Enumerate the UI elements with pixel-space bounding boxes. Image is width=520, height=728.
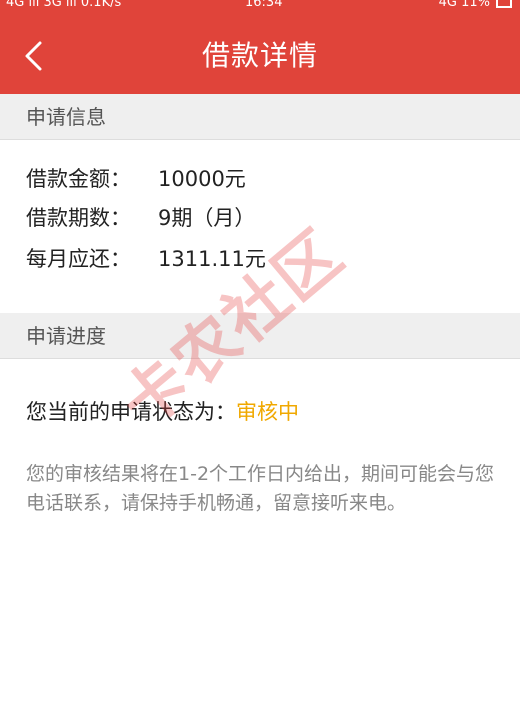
status-value: 审核中 <box>236 400 299 424</box>
info-row-monthly-payment: 每月应还： 1311.11元 <box>26 241 266 277</box>
info-row-loan-amount: 借款金额： 10000元 <box>26 161 246 197</box>
status-time: 16:34 <box>245 0 283 10</box>
battery-icon <box>496 0 512 8</box>
loan-detail-page: 4G ıll 3G ıll 0.1K/s 16:34 4G 11% 借款详情 申… <box>0 0 520 728</box>
section-title: 申请进度 <box>26 324 106 348</box>
info-value: 10000元 <box>158 167 246 191</box>
info-row-loan-term: 借款期数： 9期（月） <box>26 200 255 236</box>
status-label: 您当前的申请状态为： <box>26 400 236 424</box>
status-bar: 4G ıll 3G ıll 0.1K/s 16:34 4G 11% <box>0 0 520 14</box>
review-note: 您的审核结果将在1-2个工作日内给出，期间可能会与您电话联系，请保持手机畅通，留… <box>26 463 495 514</box>
info-label: 借款金额： <box>26 167 131 191</box>
section-header-application-progress: 申请进度 <box>0 313 520 359</box>
info-label: 借款期数： <box>26 206 131 230</box>
info-value: 9期（月） <box>158 206 256 230</box>
status-battery-text: 4G 11% <box>438 0 490 10</box>
application-status: 您当前的申请状态为：审核中 <box>26 394 299 430</box>
section-title: 申请信息 <box>26 105 106 129</box>
page-title: 借款详情 <box>201 39 318 72</box>
info-label: 每月应还： <box>26 247 131 271</box>
info-value: 1311.11元 <box>158 247 266 271</box>
status-network: 4G ıll 3G ıll 0.1K/s <box>6 0 122 10</box>
section-header-application-info: 申请信息 <box>0 94 520 140</box>
app-header: 4G ıll 3G ıll 0.1K/s 16:34 4G 11% 借款详情 <box>0 0 520 94</box>
